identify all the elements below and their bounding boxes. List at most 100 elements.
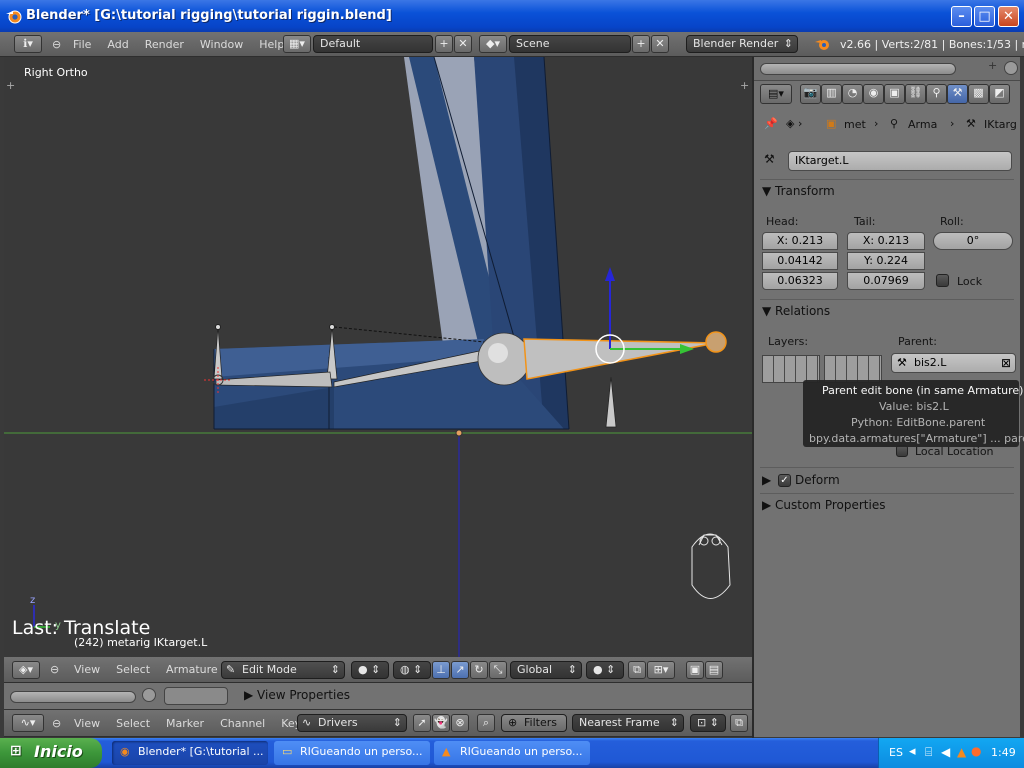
render-layers-tab-icon[interactable]: ▥ [821, 84, 842, 104]
parent-field[interactable]: ⚒ bis2.L ⊠ [891, 353, 1016, 373]
constraints-tab-icon[interactable]: ⛓ [905, 84, 926, 104]
bone-layers-grid-b[interactable] [824, 355, 882, 383]
tail-y-field[interactable]: Y: 0.224 [847, 252, 925, 270]
menu-select[interactable]: Select [116, 717, 150, 730]
clock[interactable]: 1:49 [991, 746, 1016, 759]
scene-tab-icon[interactable]: ◔ [842, 84, 863, 104]
roll-field[interactable]: 0° [933, 232, 1013, 250]
world-tab-icon[interactable]: ◉ [863, 84, 884, 104]
task-blender[interactable]: ◉ Blender* [G:\tutorial ... [112, 741, 268, 765]
minimize-button[interactable]: – [951, 6, 972, 27]
bone-name-field[interactable]: IKtarget.L [788, 151, 1012, 171]
toolshelf-toggle-icon[interactable]: + [6, 79, 15, 92]
network-icon[interactable]: ⌸ [925, 745, 932, 760]
bone-tab-icon[interactable]: ⚒ [947, 84, 968, 104]
proportional-edit-dropdown[interactable]: ● ⇕ [586, 661, 624, 679]
bone-constraints-tab-icon[interactable]: ▩ [968, 84, 989, 104]
transform-manipulator[interactable] [595, 267, 694, 364]
render-animation-icon[interactable]: ▤ [705, 661, 723, 679]
pivot-dropdown[interactable]: ⊡ ⇕ [690, 714, 726, 732]
timeline-dot-icon[interactable] [142, 688, 156, 702]
menu-armature[interactable]: Armature [166, 663, 218, 676]
area-plus-icon[interactable]: + [988, 59, 997, 72]
properties-dot-icon[interactable] [1004, 61, 1018, 75]
editor-type-3d-button[interactable]: ◈▾ [12, 661, 40, 679]
viewport-scene[interactable] [4, 57, 752, 657]
menu-marker[interactable]: Marker [166, 717, 204, 730]
filters-button[interactable]: ⊕ Filters [501, 714, 567, 732]
3d-viewport[interactable]: z y Right Ortho Last: Translate (242) me… [4, 57, 752, 657]
deform-panel-header[interactable]: ▶ ✓ Deform [762, 473, 840, 487]
lock-checkbox[interactable] [936, 274, 949, 287]
editor-type-graph-button[interactable]: ∿▾ [12, 714, 44, 732]
timeline-scrollbar[interactable] [10, 691, 136, 703]
deform-checkbox[interactable]: ✓ [778, 474, 791, 487]
menu-add[interactable]: Add [107, 38, 128, 51]
add-layout-icon[interactable]: + [435, 35, 453, 53]
start-button[interactable]: ⊞ Inicio [0, 738, 102, 768]
auto-snap-dropdown[interactable]: Nearest Frame ⇕ [572, 714, 684, 732]
only-selected-icon[interactable]: ➚ [413, 714, 431, 732]
copy-keys-icon[interactable]: ⧉ [730, 714, 748, 732]
volume-icon[interactable]: ◀ [941, 745, 950, 759]
bone-layers-grid-a[interactable] [762, 355, 820, 383]
editor-type-info-button[interactable]: ℹ▾ [14, 35, 42, 53]
pin-icon[interactable]: 📌 [764, 117, 778, 130]
search-icon[interactable]: ⌕ [477, 714, 495, 732]
object-data-tab-icon[interactable]: ⚲ [926, 84, 947, 104]
render-image-icon[interactable]: ▣ [686, 661, 704, 679]
head-y-field[interactable]: 0.04142 [762, 252, 838, 270]
clear-parent-icon[interactable]: ⊠ [1001, 354, 1011, 372]
transform-panel-header[interactable]: ▼ Transform [762, 184, 835, 198]
scene-icon[interactable]: ◆▾ [479, 35, 507, 53]
render-tab-icon[interactable]: 📷 [800, 84, 821, 104]
menu-select[interactable]: Select [116, 663, 150, 676]
vlc-tray-icon[interactable]: ▲ [957, 745, 966, 759]
timeline-controls[interactable] [164, 687, 228, 705]
remove-layout-icon[interactable]: ✕ [454, 35, 472, 53]
show-errors-icon[interactable]: ⊗ [451, 714, 469, 732]
remove-scene-icon[interactable]: ✕ [651, 35, 669, 53]
close-button[interactable]: ✕ [998, 6, 1019, 27]
collapse-menu-icon[interactable]: ⊖ [50, 657, 59, 682]
properties-toggle-icon[interactable]: + [740, 79, 749, 92]
screen-layout-icon[interactable]: ▦▾ [283, 35, 311, 53]
relations-panel-header[interactable]: ▼ Relations [762, 304, 830, 318]
mode-dropdown[interactable]: Edit Mode ✎ ⇕ [221, 661, 345, 679]
task-folder[interactable]: ▭ RIGueando un perso... [274, 741, 430, 765]
rotate-manipulator-icon[interactable]: ↻ [470, 661, 488, 679]
menu-render[interactable]: Render [145, 38, 184, 51]
properties-scrollbar[interactable] [760, 63, 956, 75]
scene-field[interactable]: Scene [509, 35, 631, 53]
head-z-field[interactable]: 0.06323 [762, 272, 838, 290]
scale-manipulator-icon[interactable]: ⤡ [489, 661, 507, 679]
custom-properties-panel-header[interactable]: ▶ Custom Properties [762, 498, 885, 512]
screen-layout-field[interactable]: Default [313, 35, 433, 53]
tail-z-field[interactable]: 0.07969 [847, 272, 925, 290]
show-hidden-icon[interactable]: 👻 [432, 714, 450, 732]
language-indicator[interactable]: ES [889, 746, 903, 759]
snap-element-icon[interactable]: ⊞▾ [647, 661, 675, 679]
viewport-shading-dropdown[interactable]: ● ⇕ [351, 661, 389, 679]
snap-toggle-icon[interactable]: ⧉ [628, 661, 646, 679]
window-titlebar[interactable]: Blender* [G:\tutorial rigging\tutorial r… [0, 0, 1024, 32]
menu-file[interactable]: File [73, 38, 91, 51]
maximize-button[interactable]: □ [974, 6, 995, 27]
menu-window[interactable]: Window [200, 38, 243, 51]
menu-channel[interactable]: Channel [220, 717, 265, 730]
transform-orientation-dropdown[interactable]: Global ⇕ [510, 661, 582, 679]
menu-view[interactable]: View [74, 663, 100, 676]
manipulator-toggle-icon[interactable]: ⊥ [432, 661, 450, 679]
pivot-point-dropdown[interactable]: ◍ ⇕ [393, 661, 431, 679]
menu-view[interactable]: View [74, 717, 100, 730]
collapse-menu-icon[interactable]: ⊖ [52, 32, 61, 56]
add-scene-icon[interactable]: + [632, 35, 650, 53]
view-properties-toggle[interactable]: ▶ View Properties [244, 688, 350, 702]
task-vlc[interactable]: ▲ RIGueando un perso... [434, 741, 590, 765]
tail-x-field[interactable]: X: 0.213 [847, 232, 925, 250]
texture-tab-icon[interactable]: ◩ [989, 84, 1010, 104]
render-engine-dropdown[interactable]: Blender Render ⇕ [686, 35, 798, 53]
editor-type-properties-button[interactable]: ▤▾ [760, 84, 792, 104]
head-x-field[interactable]: X: 0.213 [762, 232, 838, 250]
tray-arrow-icon[interactable]: ◂ [909, 744, 916, 759]
